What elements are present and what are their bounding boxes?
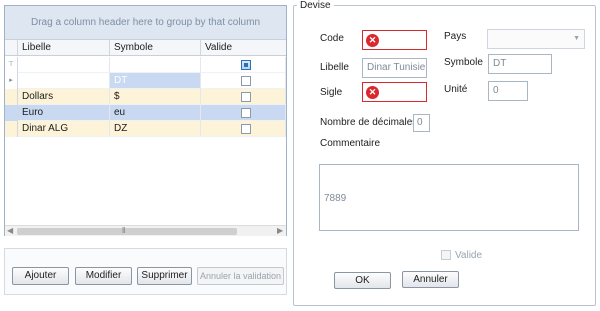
annuler-button[interactable]: Annuler [402, 271, 459, 288]
unite-label: Unité [444, 84, 468, 95]
row-indicator [5, 105, 18, 121]
cell-libelle[interactable]: Dollars [18, 89, 110, 105]
filter-cell-libelle[interactable] [18, 57, 110, 73]
column-header-valide[interactable]: Valide [201, 40, 286, 55]
chevron-down-icon: ▼ [573, 35, 580, 42]
error-icon: ✕ [366, 86, 379, 99]
pays-dropdown[interactable]: ▼ [487, 29, 585, 49]
currency-grid: Drag a column header here to group by th… [4, 5, 287, 236]
table-row[interactable]: Dollars $ [5, 89, 286, 105]
supprimer-button[interactable]: Supprimer [137, 267, 192, 285]
valide-label: Valide [455, 250, 483, 261]
filter-valide-checkbox[interactable] [241, 60, 251, 70]
row-indicator [5, 121, 18, 137]
horizontal-scrollbar[interactable]: ◀ ‖ ▶ [5, 225, 286, 236]
code-field[interactable]: ✕ [362, 30, 427, 50]
scroll-left-icon[interactable]: ◀ [7, 226, 13, 235]
valide-checkbox[interactable] [241, 92, 251, 102]
scroll-right-icon[interactable]: ▶ [277, 226, 283, 235]
cell-symbole[interactable]: $ [110, 89, 201, 105]
group-by-panel[interactable]: Drag a column header here to group by th… [5, 6, 286, 39]
cell-valide [201, 73, 286, 89]
filter-row: ⊤ [5, 57, 286, 73]
symbole-field[interactable]: DT [488, 54, 552, 74]
valide-checkbox[interactable] [241, 124, 251, 134]
cell-libelle[interactable]: Euro [18, 105, 110, 121]
table-row[interactable]: Euro eu [5, 105, 286, 121]
devise-legend: Devise [297, 0, 334, 11]
sigle-field[interactable]: ✕ [362, 82, 427, 102]
modifier-button[interactable]: Modifier [75, 267, 132, 285]
scroll-grip-icon: ‖ [122, 226, 126, 235]
row-indicator-icon: ▸ [5, 73, 18, 89]
commentaire-textarea[interactable]: 7889 [319, 164, 579, 231]
valide-checkbox[interactable] [241, 76, 251, 86]
filter-icon: ⊤ [5, 57, 18, 73]
cell-valide [201, 121, 286, 137]
table-row[interactable]: ▸ DT [5, 73, 286, 89]
libelle-label: Libelle [320, 62, 349, 73]
error-icon: ✕ [366, 34, 379, 47]
pays-label: Pays [444, 31, 467, 42]
cell-symbole[interactable]: eu [110, 105, 201, 121]
cell-libelle[interactable] [18, 73, 110, 89]
header-indicator [5, 40, 18, 55]
cell-valide [201, 105, 286, 121]
cell-valide [201, 89, 286, 105]
decimales-field[interactable]: 0 [413, 114, 430, 132]
filter-cell-valide [201, 57, 286, 73]
row-indicator [5, 89, 18, 105]
ok-button[interactable]: OK [334, 272, 391, 289]
cell-symbole[interactable]: DT [110, 73, 201, 89]
filter-cell-symbole[interactable] [110, 57, 201, 73]
ajouter-button[interactable]: Ajouter [12, 267, 69, 285]
cell-symbole[interactable]: DZ [110, 121, 201, 137]
devise-groupbox [293, 5, 596, 306]
scrollbar-thumb[interactable] [17, 228, 237, 235]
symbole-label: Symbole [444, 57, 483, 68]
valide-checkbox[interactable] [241, 108, 251, 118]
table-row[interactable]: Dinar ALG DZ [5, 121, 286, 137]
column-header-symbole[interactable]: Symbole [110, 40, 201, 55]
annuler-validation-button[interactable]: Annuler la validation [197, 267, 284, 285]
column-header-libelle[interactable]: Libelle [18, 40, 110, 55]
decimales-label: Nombre de décimales [320, 117, 418, 128]
libelle-field[interactable]: Dinar Tunisien [362, 58, 427, 78]
grid-header-row: Libelle Symbole Valide [5, 39, 286, 56]
sigle-label: Sigle [320, 87, 343, 98]
unite-field[interactable]: 0 [488, 81, 528, 101]
cell-libelle[interactable]: Dinar ALG [18, 121, 110, 137]
code-label: Code [320, 33, 344, 44]
valide-checkbox[interactable] [441, 250, 451, 260]
commentaire-label: Commentaire [320, 138, 381, 149]
